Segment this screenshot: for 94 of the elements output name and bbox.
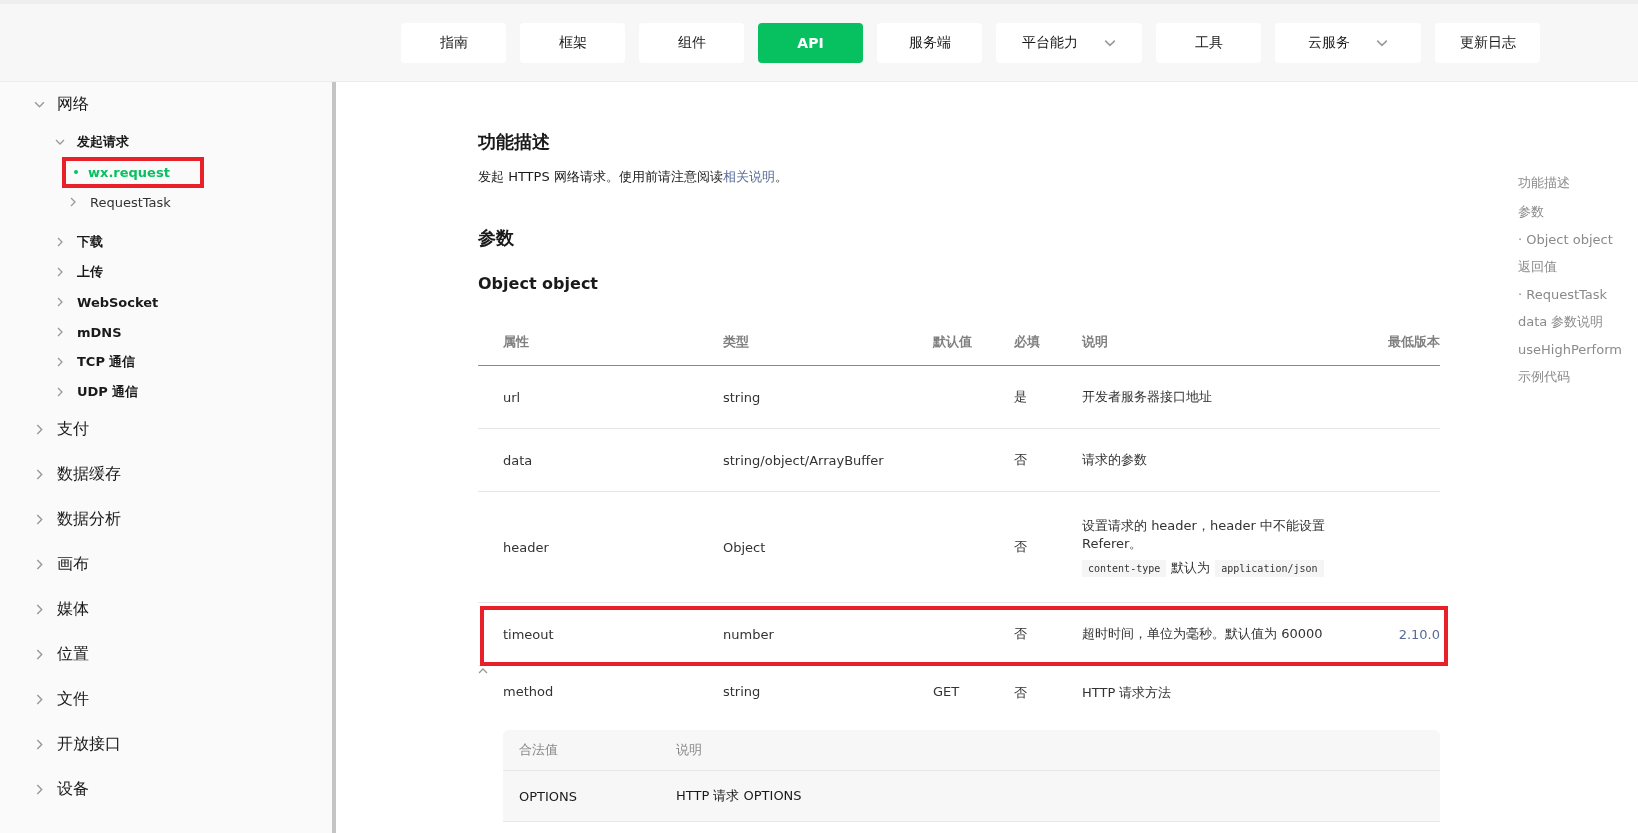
table-cell: 2.10.0 <box>1398 626 1440 642</box>
subsection-heading: Object object <box>478 274 599 293</box>
table-cell: method <box>503 684 554 699</box>
table-cell: number <box>723 626 774 642</box>
nav-tab[interactable]: 更新日志 <box>1435 22 1540 63</box>
sidebar-item[interactable]: mDNS <box>77 324 122 340</box>
table-cell: data <box>503 452 533 468</box>
code-text: application/json <box>1215 559 1324 577</box>
section-heading: 功能描述 <box>478 130 551 154</box>
table-cell: 默认为 <box>1171 559 1211 577</box>
table-cell: timeout <box>503 626 554 642</box>
table-cell-text: HTTP 请求 OPTIONS <box>676 787 803 805</box>
chevron-right-icon <box>34 649 45 660</box>
nav-tab[interactable]: 组件 <box>639 22 744 63</box>
sidebar-item[interactable]: 媒体 <box>57 599 89 620</box>
sidebar-item[interactable]: 画布 <box>57 554 89 575</box>
chevron-right-icon <box>34 559 45 570</box>
nav-tab[interactable]: 平台能力 <box>996 22 1142 63</box>
table-cell: HTTP 请求方法 <box>1082 685 1172 700</box>
column-header: 说明 <box>1082 333 1109 351</box>
column-header: 类型 <box>723 333 750 351</box>
table-cell: url <box>503 389 521 405</box>
description-text: 发起 HTTPS 网络请求。使用前请注意阅读相关说明。 <box>478 168 789 186</box>
table-cell: 开发者服务器接口地址 <box>1082 389 1212 404</box>
column-header: 属性 <box>502 333 530 351</box>
table-cell: string <box>723 684 761 699</box>
chevron-right-icon <box>34 514 45 525</box>
table-cell: 否 <box>1014 539 1027 554</box>
toc-link[interactable]: 功能描述 <box>1518 174 1622 192</box>
toc-link[interactable]: · RequestTask <box>1518 287 1622 302</box>
column-header: 合法值 <box>519 741 559 759</box>
sidebar-item[interactable]: 开放接口 <box>57 734 121 755</box>
chevron-right-icon <box>34 784 45 795</box>
nav-tab[interactable]: 工具 <box>1156 22 1261 63</box>
sidebar-item[interactable]: TCP 通信 <box>77 353 136 371</box>
toc-link[interactable]: useHighPerform <box>1518 342 1622 357</box>
table-cell: 是 <box>1014 389 1027 404</box>
nav-tab[interactable]: 云服务 <box>1275 22 1421 63</box>
column-header: 默认值 <box>933 333 973 351</box>
table-cell-text: OPTIONS <box>519 788 579 804</box>
toc-link[interactable]: · Object object <box>1518 232 1622 247</box>
table-cell: Object <box>723 539 766 555</box>
chevron-right-icon <box>55 267 65 277</box>
chevron-right-icon <box>68 197 78 207</box>
section-heading: 参数 <box>478 226 515 250</box>
table-cell: 请求的参数 <box>1082 452 1147 467</box>
toc-link[interactable]: 返回值 <box>1518 258 1622 276</box>
related-link[interactable]: 相关说明 <box>722 169 775 184</box>
sidebar-item[interactable]: UDP 通信 <box>77 383 139 401</box>
code-text: content-type <box>1082 559 1167 577</box>
sidebar-item[interactable]: 设备 <box>57 779 89 800</box>
chevron-right-icon <box>55 297 65 307</box>
chevron-right-icon <box>34 739 45 750</box>
toc-link[interactable]: 参数 <box>1518 203 1622 221</box>
chevron-right-icon <box>55 357 65 367</box>
table-cell: header <box>503 539 549 555</box>
sidebar-item[interactable]: 数据缓存 <box>57 464 121 485</box>
chevron-right-icon <box>55 327 65 337</box>
chevron-right-icon <box>55 237 65 247</box>
chevron-right-icon <box>34 469 45 480</box>
table-cell: 超时时间，单位为毫秒。默认值为 60000 <box>1082 626 1323 641</box>
sidebar-item[interactable]: 发起请求 <box>77 133 129 151</box>
sidebar-item[interactable]: 文件 <box>57 689 89 710</box>
bullet-icon <box>74 170 78 174</box>
table-cell: string <box>723 389 761 405</box>
column-header: 最低版本 <box>1387 333 1440 351</box>
chevron-right-icon <box>34 604 45 615</box>
sidebar-item[interactable]: 上传 <box>77 263 103 281</box>
table-cell: 否 <box>1014 626 1027 641</box>
sidebar-item[interactable]: WebSocket <box>77 294 159 310</box>
column-header: 必填 <box>1014 333 1041 351</box>
column-header: 说明 <box>676 741 703 759</box>
table-cell: string/object/ArrayBuffer <box>723 452 884 468</box>
sidebar-item[interactable]: 下载 <box>77 233 103 251</box>
table-cell: 否 <box>1014 685 1027 700</box>
chevron-right-icon <box>34 424 45 435</box>
table-cell: GET <box>933 684 960 699</box>
chevron-down-icon <box>34 99 45 110</box>
sidebar-item[interactable]: 支付 <box>57 419 89 440</box>
sidebar-item[interactable]: 数据分析 <box>57 509 121 530</box>
chevron-right-icon <box>34 694 45 705</box>
sidebar-item[interactable]: RequestTask <box>90 194 171 210</box>
sidebar-item[interactable]: 网络 <box>57 94 89 115</box>
toc-link[interactable]: 示例代码 <box>1518 368 1622 386</box>
table-cell: 设置请求的 header，header 中不能设置 Referer。 <box>1082 518 1325 551</box>
chevron-down-icon <box>55 137 65 147</box>
sidebar-item[interactable]: 位置 <box>57 644 89 665</box>
table-cell: 否 <box>1014 452 1027 467</box>
chevron-right-icon <box>55 387 65 397</box>
nav-tab[interactable]: 指南 <box>401 22 506 63</box>
toc-link[interactable]: data 参数说明 <box>1518 313 1622 331</box>
nav-tab[interactable]: 服务端 <box>877 22 982 63</box>
chevron-up-icon <box>478 666 488 676</box>
nav-tab[interactable]: 框架 <box>520 22 625 63</box>
